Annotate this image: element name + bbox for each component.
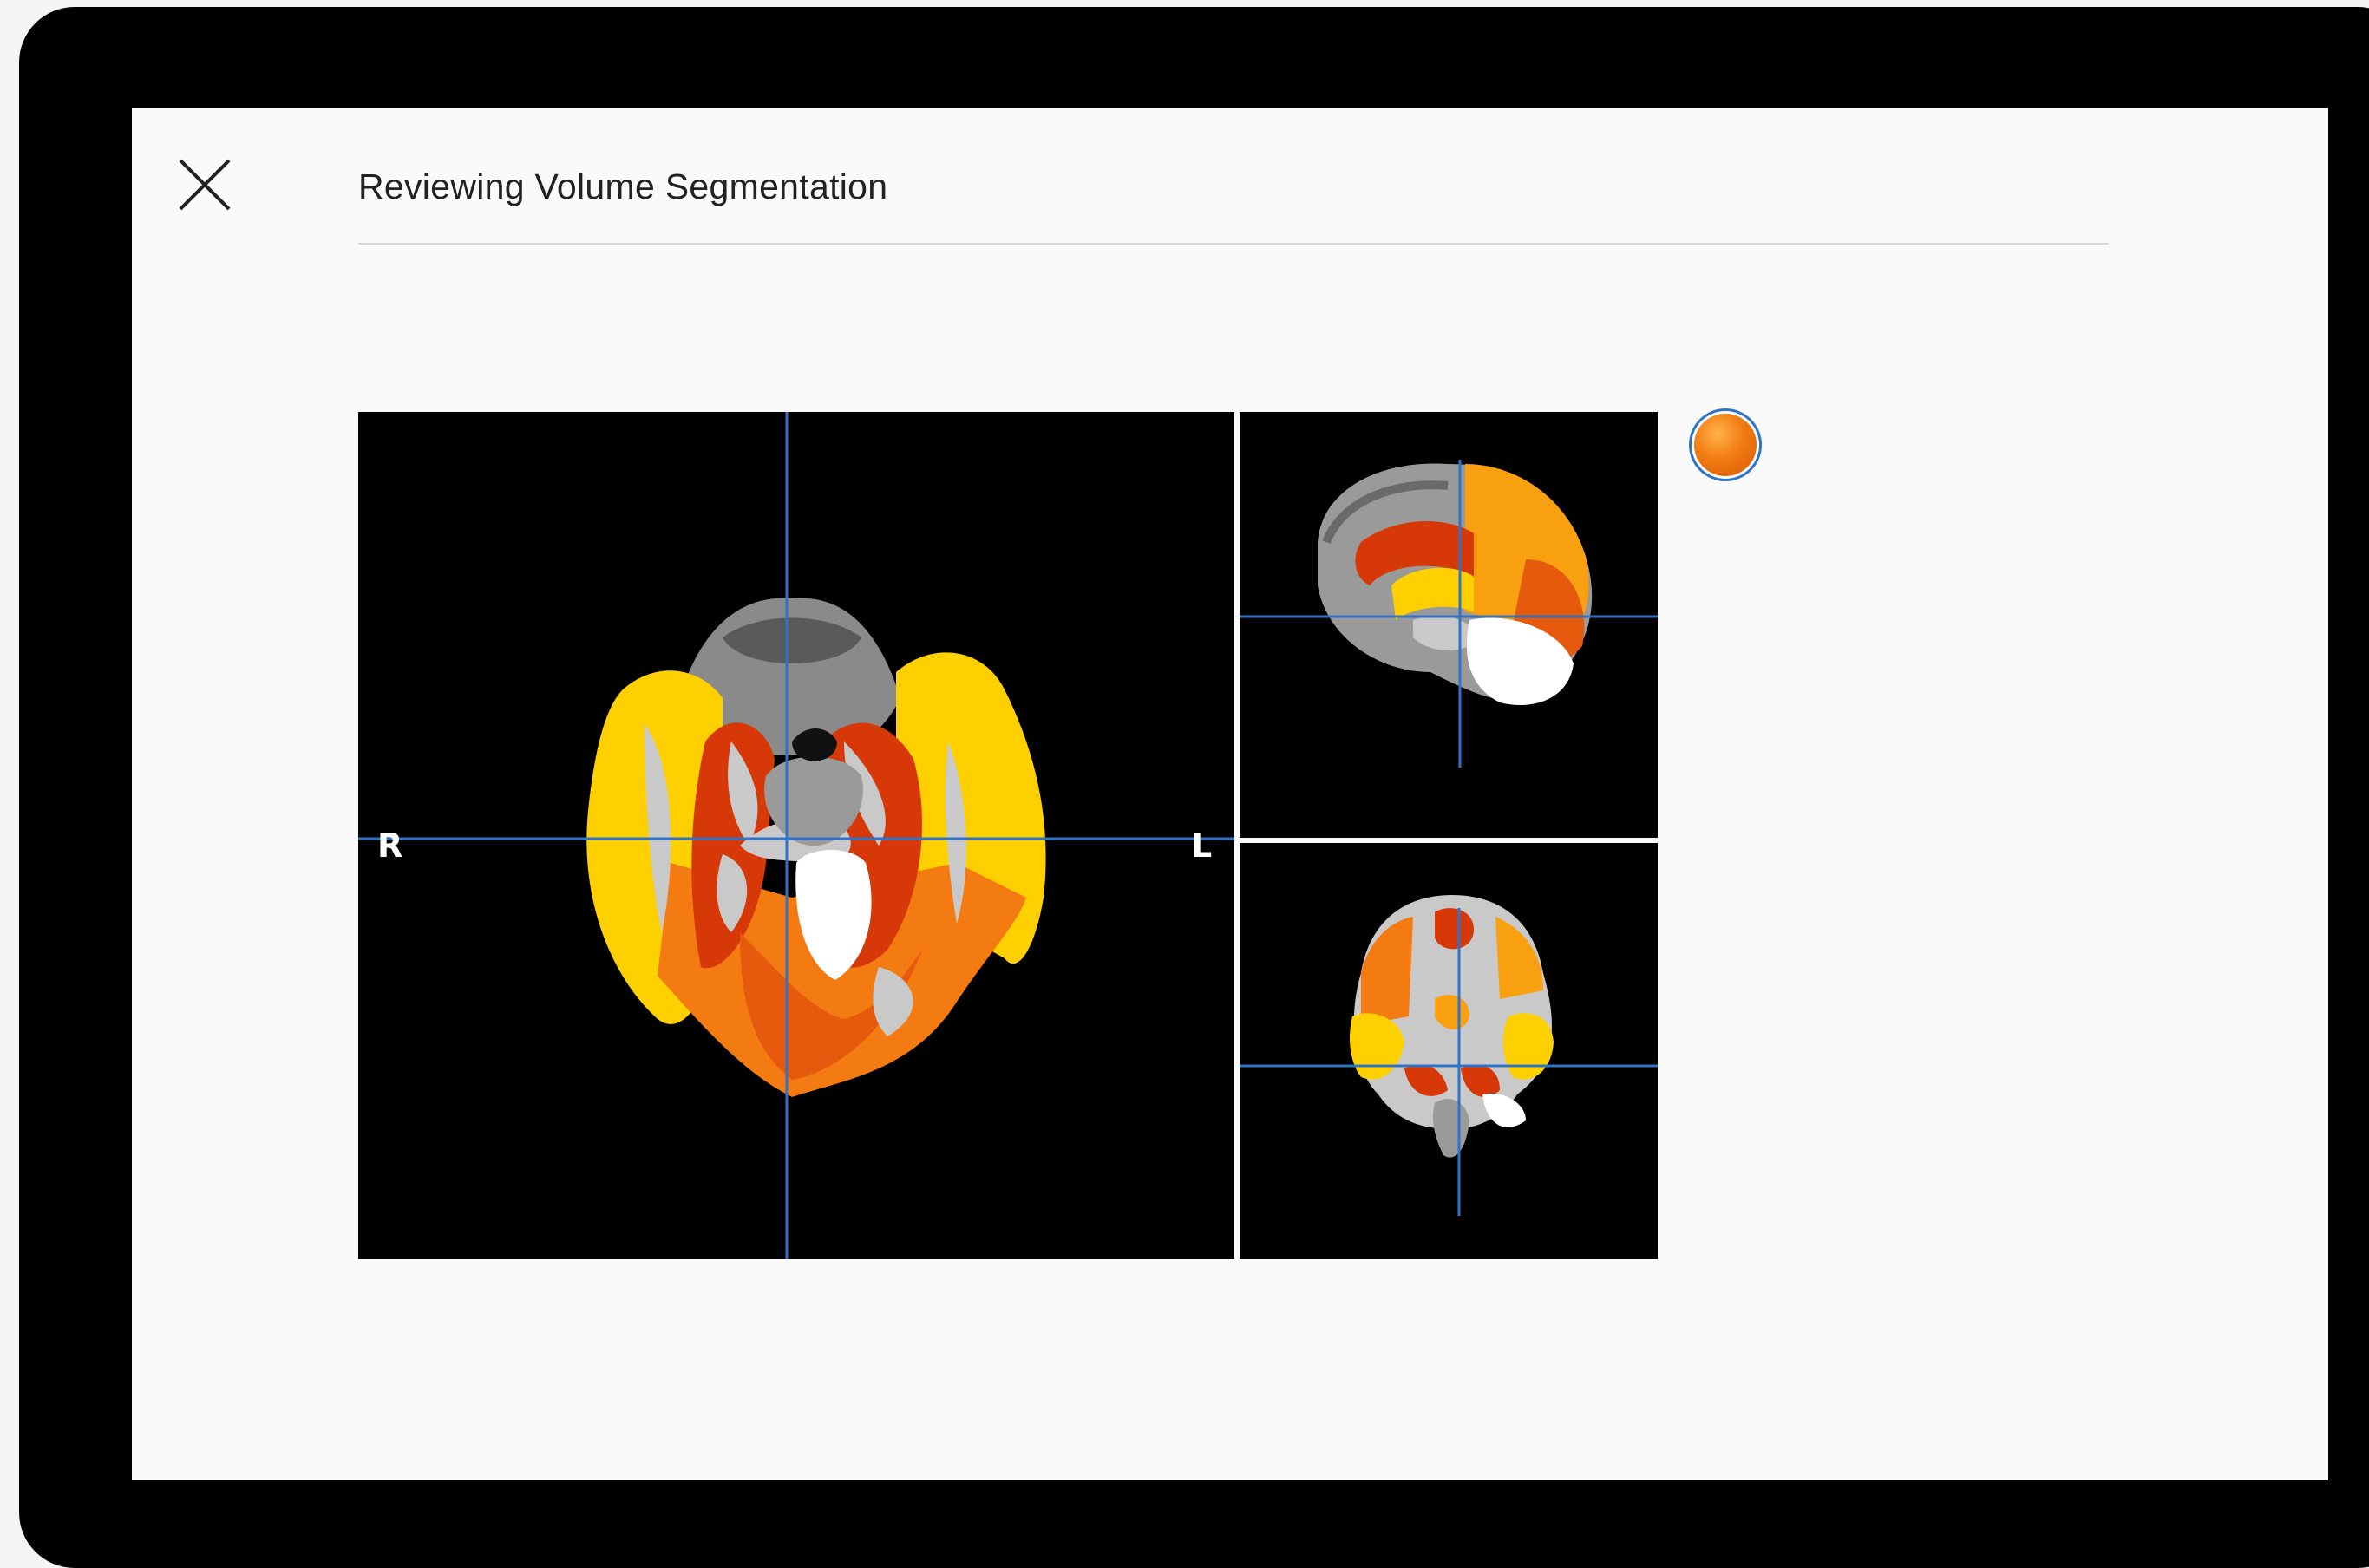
title-divider	[358, 243, 2109, 245]
coronal-viewer[interactable]	[1240, 843, 1658, 1259]
axial-crosshair	[358, 412, 1234, 1259]
orientation-label-right: R	[377, 826, 403, 865]
sagittal-crosshair	[1240, 460, 1658, 768]
device-frame: Reviewing Volume Segmentation R L	[19, 7, 2369, 1568]
segment-color-swatch[interactable]	[1694, 414, 1757, 476]
orientation-label-left: L	[1191, 826, 1213, 865]
page-title: Reviewing Volume Segmentation	[358, 167, 888, 206]
close-button[interactable]	[177, 157, 232, 212]
axial-viewer[interactable]: R L	[358, 412, 1234, 1259]
sagittal-viewer[interactable]	[1240, 412, 1658, 838]
coronal-crosshair	[1240, 908, 1658, 1216]
close-icon	[179, 159, 231, 211]
app-screen: Reviewing Volume Segmentation R L	[132, 108, 2328, 1480]
